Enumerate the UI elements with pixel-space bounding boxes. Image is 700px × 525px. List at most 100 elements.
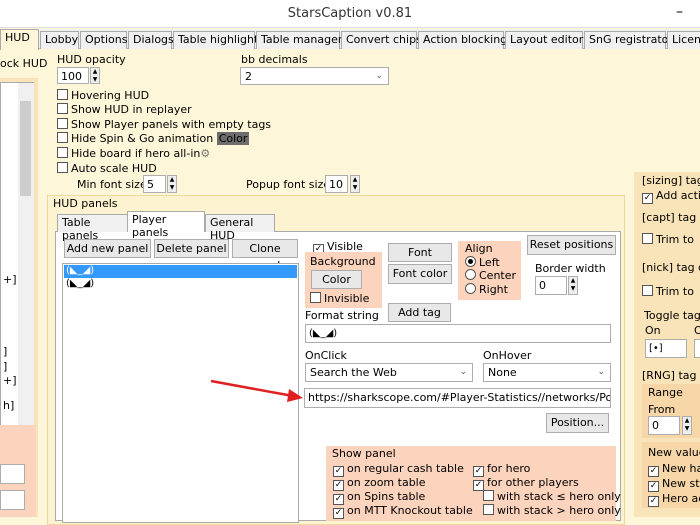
bb-decimals-select[interactable]: 2 ⌄ bbox=[240, 67, 389, 85]
from-label: From bbox=[648, 403, 676, 416]
background-color-button[interactable]: Color bbox=[311, 270, 362, 289]
checkbox-label: on zoom table bbox=[347, 476, 426, 489]
check-icon: ✓ bbox=[648, 481, 659, 492]
new-hand-checkbox[interactable]: ✓ New ha bbox=[648, 462, 700, 477]
checkbox-label: Add actio bbox=[656, 189, 700, 202]
show-regular-cash-checkbox[interactable]: ✓ on regular cash table bbox=[333, 462, 464, 477]
add-new-panel-button[interactable]: Add new panel bbox=[64, 239, 151, 258]
checkbox-label: New ha bbox=[662, 462, 700, 475]
gear-icon[interactable]: ⚙ bbox=[200, 147, 210, 160]
tab-dialogs[interactable]: Dialogs bbox=[128, 31, 174, 49]
show-spins-checkbox[interactable]: ✓ on Spins table bbox=[333, 490, 425, 505]
bb-decimals-value: 2 bbox=[245, 70, 252, 83]
left-list[interactable]: +] ] ] +] h] bbox=[0, 82, 34, 440]
list-item: ] bbox=[3, 360, 8, 373]
chevron-down-icon: ⌄ bbox=[375, 71, 383, 81]
add-action-checkbox[interactable]: ✓Add actio bbox=[642, 189, 700, 204]
show-panel-label: Show panel bbox=[332, 447, 396, 460]
hud-opacity-input[interactable]: 100 bbox=[57, 67, 89, 84]
hovering-hud-checkbox[interactable]: Hovering HUD bbox=[57, 89, 149, 102]
range-label: Range bbox=[648, 386, 683, 399]
border-width-spinner[interactable]: ▲ ▼ bbox=[568, 276, 578, 295]
tab-table-highlight[interactable]: Table highlight bbox=[173, 31, 258, 49]
font-color-button[interactable]: Font color bbox=[388, 264, 452, 284]
new-street-checkbox[interactable]: ✓ New str bbox=[648, 477, 700, 492]
main-tabs: HUD Lobby Options Dialogs Table highligh… bbox=[0, 29, 700, 50]
hud-opacity-spinner[interactable]: ▲ ▼ bbox=[90, 67, 100, 84]
spin-color-button[interactable]: Color bbox=[216, 132, 250, 145]
clone-panel-button[interactable]: Clone panel bbox=[232, 239, 298, 272]
nick-trim-checkbox[interactable]: Trim to bbox=[642, 285, 694, 298]
capt-trim-checkbox[interactable]: Trim to bbox=[642, 233, 694, 246]
hide-board-checkbox[interactable]: Hide board if hero all-in⚙ bbox=[57, 147, 210, 160]
font-button[interactable]: Font bbox=[388, 243, 452, 262]
add-tag-button[interactable]: Add tag bbox=[388, 303, 451, 322]
border-width-input[interactable]: 0 bbox=[535, 276, 567, 295]
align-right-radio[interactable]: Right bbox=[465, 283, 508, 296]
tab-lobby[interactable]: Lobby bbox=[40, 31, 79, 49]
popup-font-spinner[interactable]: ▲ ▼ bbox=[350, 175, 360, 193]
onhover-select[interactable]: None ⌄ bbox=[483, 363, 611, 382]
checkbox-label: Trim to bbox=[656, 285, 694, 298]
range-from-input[interactable]: 0 bbox=[648, 416, 680, 435]
toggle-on-input[interactable]: [•] bbox=[645, 339, 687, 358]
tab-license[interactable]: Licens bbox=[667, 31, 700, 49]
onhover-label: OnHover bbox=[483, 349, 532, 362]
hud-opacity-label: HUD opacity bbox=[57, 53, 126, 66]
checkbox-icon bbox=[57, 162, 68, 173]
checkbox-label: Hide board if hero all-in bbox=[71, 147, 201, 160]
show-zoom-checkbox[interactable]: ✓ on zoom table bbox=[333, 476, 426, 491]
delete-panel-button[interactable]: Delete panel bbox=[154, 239, 229, 258]
tab-hud[interactable]: HUD bbox=[0, 29, 39, 50]
show-empty-panels-checkbox[interactable]: Show Player panels with empty tags bbox=[57, 118, 271, 131]
checkbox-icon bbox=[642, 233, 653, 244]
checkbox-icon bbox=[483, 490, 494, 501]
subtab-table-panels[interactable]: Table panels bbox=[57, 214, 128, 242]
checkbox-icon bbox=[642, 285, 653, 296]
checkbox-label: Trim to bbox=[656, 233, 694, 246]
for-hero-checkbox[interactable]: ✓ for hero bbox=[473, 462, 530, 477]
onclick-select[interactable]: Search the Web ⌄ bbox=[305, 363, 473, 382]
tab-convert-chips[interactable]: Convert chips bbox=[341, 31, 422, 49]
popup-font-input[interactable]: 10 bbox=[325, 175, 348, 193]
hero-action-checkbox[interactable]: ✓Hero ac bbox=[648, 492, 700, 507]
list-item-selected[interactable]: (◣_◢) bbox=[64, 265, 297, 278]
position-button[interactable]: Position... bbox=[546, 413, 609, 433]
new-value-label: New value bbox=[648, 446, 700, 459]
stack-le-hero-checkbox[interactable]: with stack ≤ hero only bbox=[483, 490, 621, 503]
hide-spin-animation-checkbox[interactable]: Hide Spin & Go animation Color bbox=[57, 132, 250, 145]
rng-tag-label: [RNG] tag c bbox=[642, 369, 700, 382]
align-center-radio[interactable]: Center bbox=[465, 269, 516, 282]
left-input-2[interactable] bbox=[0, 490, 25, 510]
bb-decimals-label: bb decimals bbox=[241, 53, 308, 66]
tab-sng-registrator[interactable]: SnG registrator bbox=[584, 31, 673, 49]
min-font-spinner[interactable]: ▲ ▼ bbox=[167, 175, 177, 193]
tab-options[interactable]: Options bbox=[80, 31, 127, 49]
chevron-down-icon: ⌄ bbox=[597, 367, 605, 377]
scrollbar[interactable] bbox=[18, 83, 34, 439]
toggle-off-input[interactable] bbox=[694, 339, 700, 358]
subtab-player-panels[interactable]: Player panels bbox=[127, 211, 205, 239]
scrollbar-thumb[interactable] bbox=[20, 101, 31, 196]
left-input-1[interactable] bbox=[0, 464, 25, 484]
reset-positions-button[interactable]: Reset positions bbox=[527, 235, 616, 255]
range-from-spinner[interactable]: ▲ ▼ bbox=[682, 416, 692, 435]
tab-layout-editor[interactable]: Layout editor bbox=[505, 31, 583, 49]
checkbox-label: Hero ac bbox=[662, 492, 700, 505]
checkbox-label: on regular cash table bbox=[347, 462, 464, 475]
stack-gt-hero-checkbox[interactable]: with stack > hero only bbox=[483, 504, 621, 517]
min-font-input[interactable]: 5 bbox=[143, 175, 166, 193]
url-input[interactable]: https://sharkscope.com/#Player-Statistic… bbox=[304, 388, 611, 408]
subtab-general-hud[interactable]: General HUD bbox=[205, 214, 275, 242]
invisible-checkbox[interactable]: Invisible bbox=[310, 292, 369, 305]
list-item[interactable]: (◣_◢) bbox=[64, 278, 94, 289]
auto-scale-checkbox[interactable]: Auto scale HUD bbox=[57, 162, 157, 175]
tab-table-manager[interactable]: Table manager bbox=[256, 31, 342, 49]
format-string-input[interactable]: (◣_◢) bbox=[305, 324, 611, 343]
tab-action-blocking[interactable]: Action blocking bbox=[418, 31, 507, 49]
show-hud-replayer-checkbox[interactable]: Show HUD in replayer bbox=[57, 103, 192, 116]
for-other-players-checkbox[interactable]: ✓ for other players bbox=[473, 476, 579, 491]
minimize-button[interactable]: – bbox=[676, 4, 683, 20]
align-left-radio[interactable]: Left bbox=[465, 256, 500, 269]
check-icon: ✓ bbox=[642, 193, 653, 204]
